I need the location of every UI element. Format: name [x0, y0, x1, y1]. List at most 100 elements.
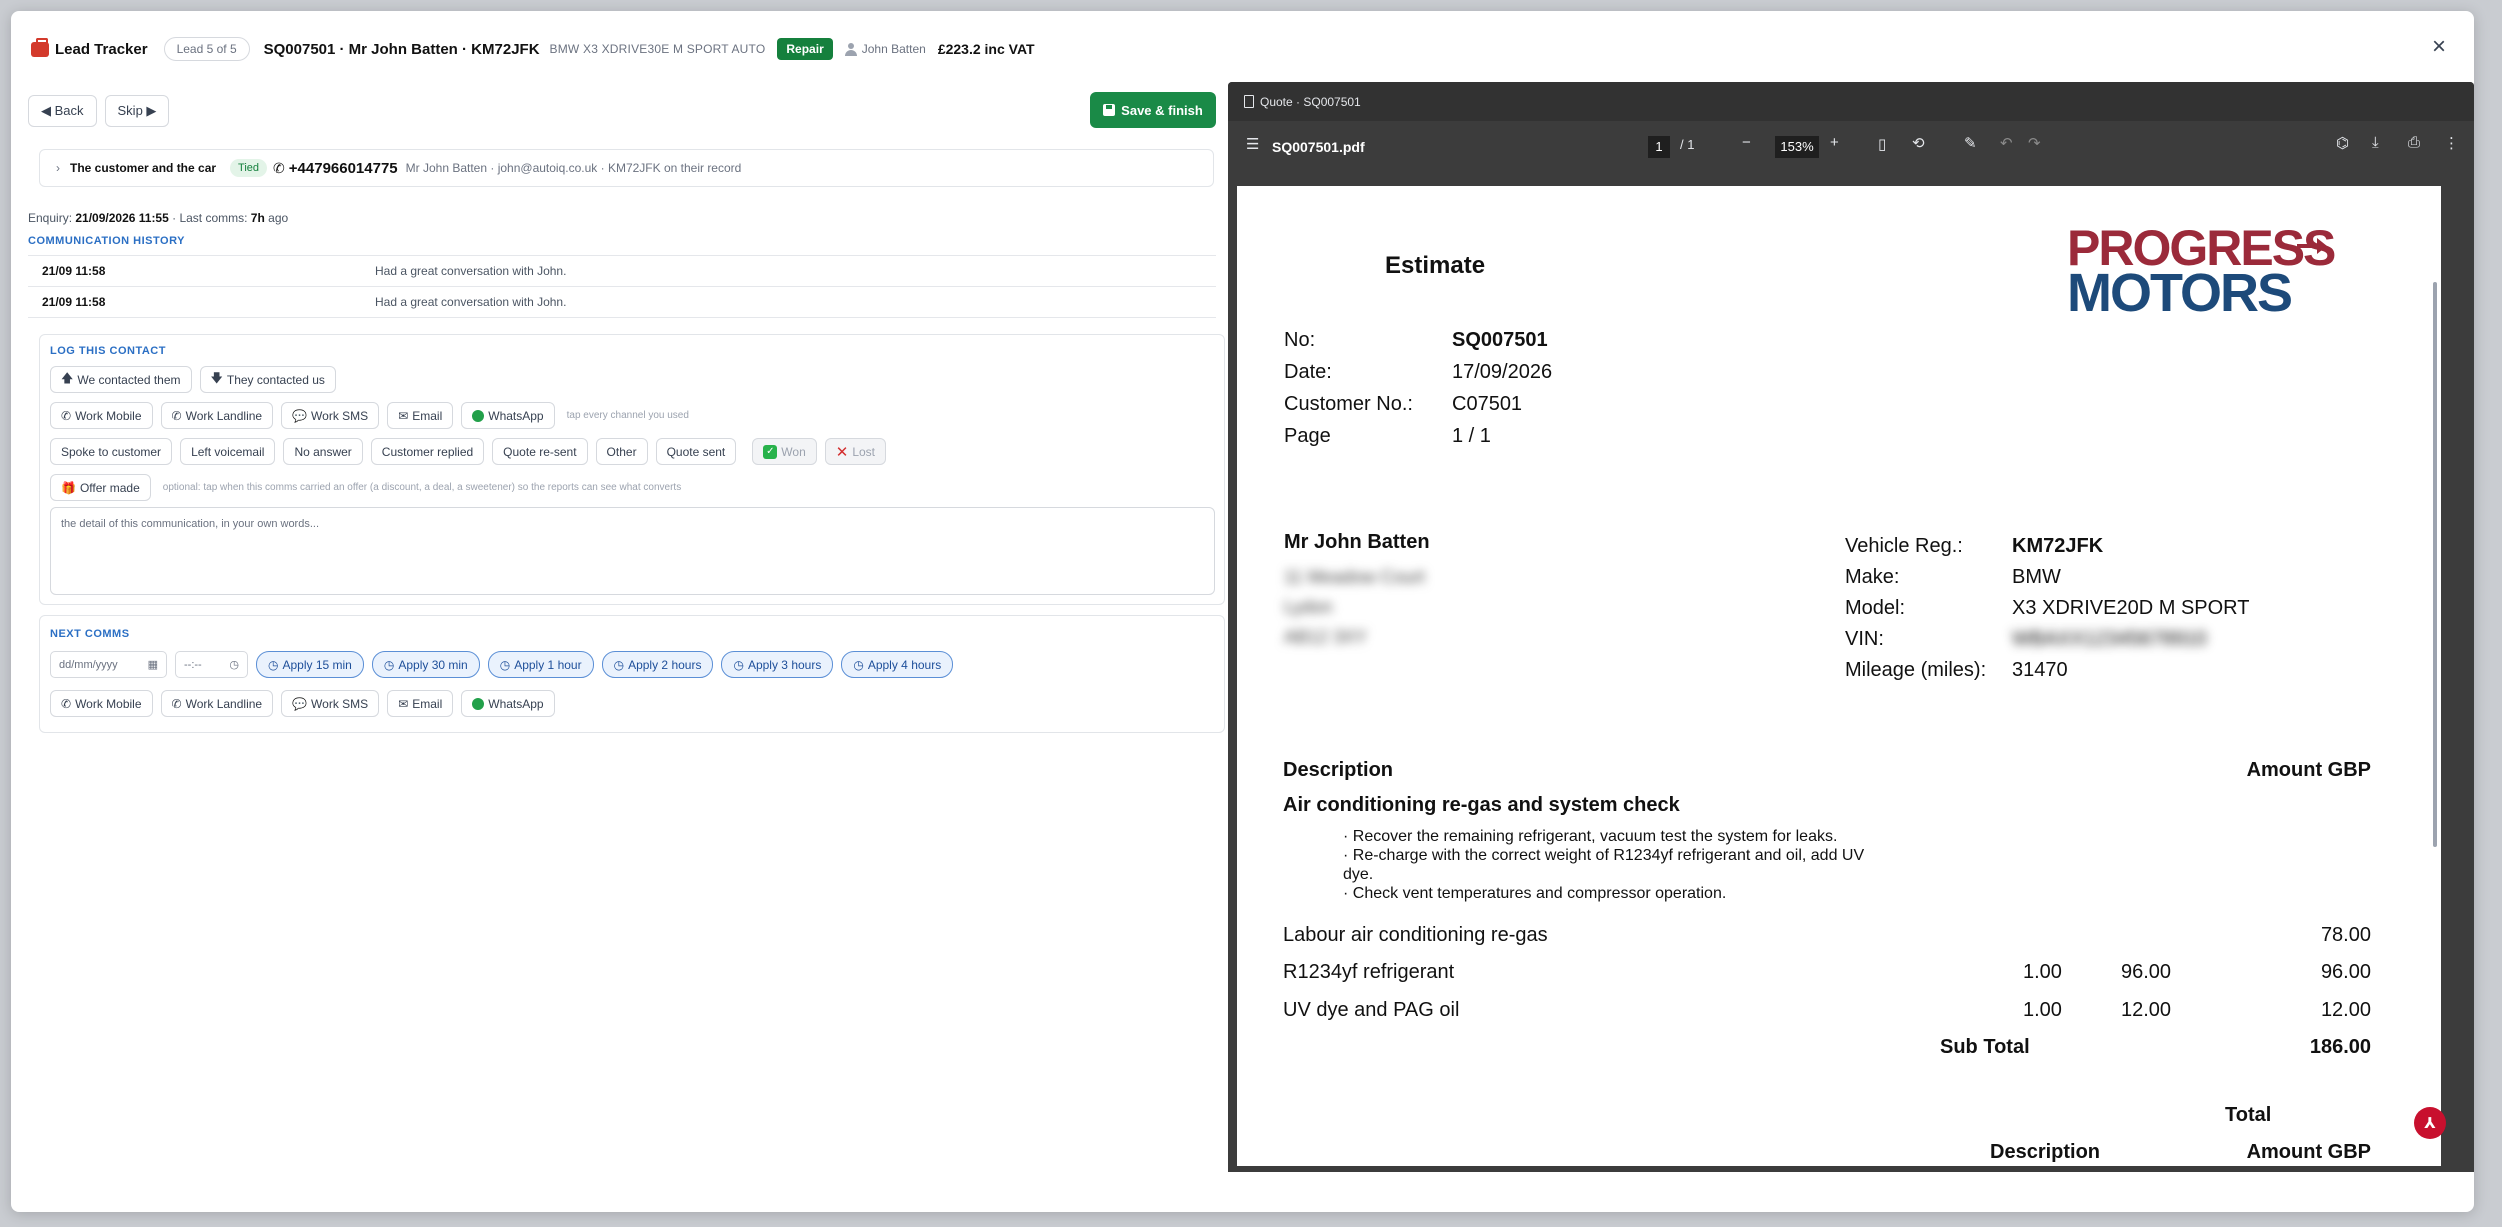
close-icon[interactable]: ×	[2428, 35, 2450, 59]
they-contacted-us-button[interactable]: 🡇 They contacted us	[199, 366, 336, 393]
envelope-icon: ✉	[398, 696, 409, 711]
item-desc: UV dye and PAG oil	[1283, 999, 1460, 1021]
page-number-input[interactable]: 1	[1648, 136, 1670, 158]
job-line: · Recover the remaining refrigerant, vac…	[1343, 828, 1838, 845]
clock-icon: ◷	[268, 657, 279, 672]
clock-icon: ◷	[733, 657, 744, 672]
apply-2-hours-button[interactable]: ◷ Apply 2 hours	[601, 651, 714, 678]
item-amount: 12.00	[2320, 999, 2371, 1021]
menu-icon[interactable]: ☰	[1246, 135, 1259, 153]
item-amount: 78.00	[2320, 924, 2371, 946]
estimate-customer-name: Mr John Batten	[1284, 531, 1430, 553]
customer-details: Mr John Batten · john@autoiq.co.uk · KM7…	[405, 161, 742, 175]
customer-phone[interactable]: +447966014775	[289, 160, 398, 177]
won-button[interactable]: ✓ Won	[752, 438, 817, 465]
logo-arrow-icon	[2297, 238, 2327, 254]
apply-4-hours-button[interactable]: ◷ Apply 4 hours	[841, 651, 954, 678]
work-mobile-button[interactable]: ✆ Work Mobile	[50, 402, 153, 429]
subtotal-label: Sub Total	[1940, 1036, 2030, 1058]
whatsapp-icon	[472, 409, 485, 422]
direction-row: 🡅 We contacted them 🡇 They contacted us	[50, 366, 336, 393]
highlight-icon[interactable]: ⌬	[2336, 134, 2349, 152]
work-landline-button[interactable]: ✆ Work Landline	[160, 402, 274, 429]
outcome-spoke-button[interactable]: Spoke to customer	[50, 438, 173, 465]
fit-page-icon[interactable]: ▯	[1878, 135, 1886, 153]
vehicle-label: VIN:	[1845, 628, 1884, 650]
undo-icon[interactable]: ↶	[2000, 134, 2013, 152]
redo-icon[interactable]: ↷	[2028, 134, 2041, 152]
annotate-icon[interactable]: ✎	[1964, 134, 1977, 152]
lead-position-pill: Lead 5 of 5	[163, 37, 250, 61]
back-button[interactable]: ◀ Back	[28, 95, 97, 127]
vehicle-reg: KM72JFK	[2012, 535, 2104, 557]
save-finish-button[interactable]: Save & finish	[1090, 92, 1216, 128]
time-placeholder: --:--	[184, 658, 202, 671]
time-input[interactable]: --:-- ◷	[175, 651, 248, 678]
amount-header: Amount GBP	[2246, 759, 2371, 781]
skip-button[interactable]: Skip ▶	[104, 95, 170, 127]
outcome-customer-replied-button[interactable]: Customer replied	[370, 438, 485, 465]
outcome-quote-sent-button[interactable]: Quote sent	[655, 438, 737, 465]
last-comms-suffix: ago	[264, 211, 289, 225]
zoom-out-icon[interactable]: −	[1742, 134, 1751, 151]
customer-address: 11 Meadow Court Lydon AB12 3XY	[1284, 562, 1425, 652]
we-contacted-them-button[interactable]: 🡅 We contacted them	[50, 366, 192, 393]
acrobat-icon[interactable]: ⅄	[2414, 1107, 2446, 1139]
log-title: LOG THIS CONTACT	[50, 345, 166, 357]
more-options-icon[interactable]: ⋮	[2444, 134, 2459, 152]
customer-car-card[interactable]: › The customer and the car Tied ✆ +44796…	[39, 149, 1214, 187]
work-sms-label: Work SMS	[311, 696, 369, 711]
next-work-landline-button[interactable]: ✆ Work Landline	[160, 690, 274, 717]
outcome-no-answer-button[interactable]: No answer	[283, 438, 363, 465]
job-line: · Check vent temperatures and compressor…	[1343, 885, 1727, 902]
lost-button[interactable]: ✕ Lost	[824, 438, 887, 465]
calendar-icon: ▦	[147, 659, 158, 671]
rotate-icon[interactable]: ⟲	[1912, 134, 1925, 152]
comms-detail-textarea[interactable]: the detail of this communication, in you…	[50, 507, 1215, 595]
meta-label: Date:	[1284, 361, 1332, 383]
logo-text-bottom: MOTORS	[2067, 263, 2293, 323]
whatsapp-label: WhatsApp	[488, 696, 544, 711]
job-line: dye.	[1343, 866, 1374, 883]
apply-label: Apply 2 hours	[628, 657, 702, 672]
lost-label: Lost	[852, 444, 876, 459]
meta-label: Page	[1284, 425, 1331, 447]
apply-30-min-button[interactable]: ◷ Apply 30 min	[371, 651, 480, 678]
subtotal-value: 186.00	[2309, 1036, 2371, 1058]
phone-icon: ✆	[171, 696, 182, 711]
next-work-mobile-button[interactable]: ✆ Work Mobile	[50, 690, 153, 717]
apply-3-hours-button[interactable]: ◷ Apply 3 hours	[721, 651, 834, 678]
offer-row: 🎁 Offer made optional: tap when this comm…	[50, 474, 681, 501]
cross-icon: ✕	[835, 443, 849, 461]
outcome-voicemail-button[interactable]: Left voicemail	[180, 438, 276, 465]
outcome-other-button[interactable]: Other	[595, 438, 648, 465]
apply-15-min-button[interactable]: ◷ Apply 15 min	[256, 651, 364, 678]
whatsapp-button[interactable]: WhatsApp	[461, 402, 555, 429]
phone-icon: ✆	[61, 408, 72, 423]
apply-1-hour-button[interactable]: ◷ Apply 1 hour	[487, 651, 594, 678]
estimate-date: 17/09/2026	[1452, 361, 1553, 383]
email-label: Email	[412, 696, 443, 711]
total-label: Total	[2225, 1104, 2272, 1126]
pdf-scrollbar[interactable]	[2433, 282, 2437, 847]
whatsapp-label: WhatsApp	[488, 408, 544, 423]
outcome-quote-resent-button[interactable]: Quote re-sent	[492, 438, 588, 465]
next-email-button[interactable]: ✉ Email	[387, 690, 454, 717]
offer-made-button[interactable]: 🎁 Offer made	[50, 474, 151, 501]
download-icon[interactable]: ⤓	[2372, 134, 2379, 151]
email-button[interactable]: ✉ Email	[387, 402, 454, 429]
save-finish-label: Save & finish	[1121, 102, 1203, 118]
work-sms-button[interactable]: 💬 Work SMS	[281, 402, 380, 429]
zoom-in-icon[interactable]: +	[1830, 134, 1839, 151]
address-line: 11 Meadow Court	[1284, 567, 1425, 587]
user-name: John Batten	[861, 42, 926, 56]
zoom-level[interactable]: 153%	[1775, 136, 1819, 158]
next-comms-card: NEXT COMMS dd/mm/yyyy ▦ --:-- ◷ ◷ Apply 15 …	[39, 615, 1225, 733]
vehicle-model: X3 XDRIVE20D M SPORT	[2012, 597, 2250, 619]
next-whatsapp-button[interactable]: WhatsApp	[461, 690, 555, 717]
next-work-sms-button[interactable]: 💬 Work SMS	[281, 690, 380, 717]
item-qty: 1.00	[2023, 999, 2062, 1021]
item-price: 12.00	[2121, 999, 2172, 1021]
print-icon[interactable]: ⎙	[2408, 134, 2420, 151]
date-input[interactable]: dd/mm/yyyy ▦	[50, 651, 167, 678]
